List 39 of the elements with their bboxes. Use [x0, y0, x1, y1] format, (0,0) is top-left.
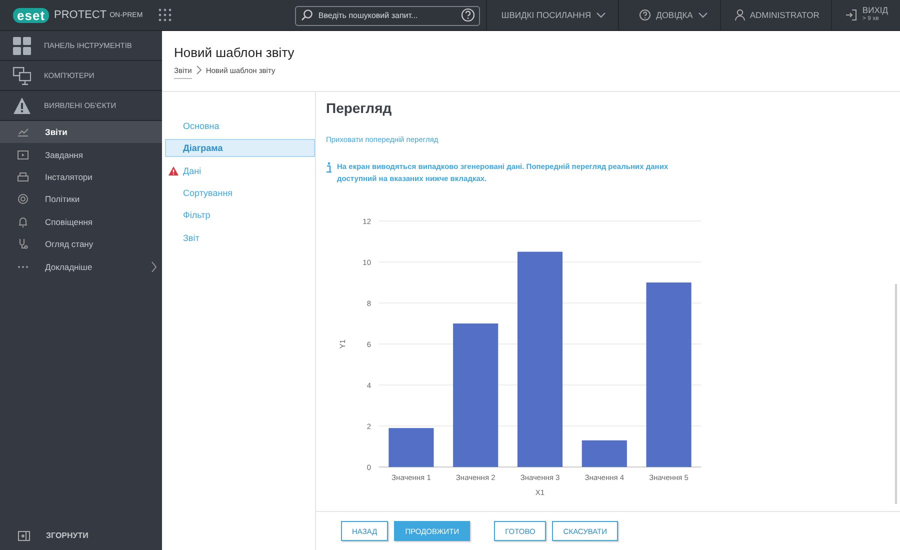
user-icon — [734, 9, 745, 21]
logout-icon — [845, 9, 858, 21]
sidebar-item[interactable]: Докладніше — [0, 255, 162, 278]
sidebar-item[interactable]: Огляд стану — [0, 232, 162, 256]
sidebar-item[interactable]: Політики — [0, 188, 162, 211]
page-title: Новий шаблон звіту — [174, 45, 296, 60]
warning-icon — [168, 166, 179, 176]
collapse-icon — [18, 530, 30, 540]
dashboard-icon — [13, 36, 31, 54]
warning-icon — [13, 96, 31, 114]
scrollbar[interactable] — [895, 284, 897, 504]
info-icon — [326, 162, 332, 173]
sidebar-item[interactable]: Сповіщення — [0, 210, 162, 233]
collapse-button[interactable]: ЗГОРНУТИ — [0, 523, 162, 548]
computers-icon — [13, 66, 31, 84]
chevron-icon — [151, 260, 157, 273]
help-icon[interactable] — [461, 8, 476, 22]
sidebar-item[interactable]: Звіти — [0, 121, 162, 144]
user-menu[interactable]: ADMINISTRATOR — [720, 0, 832, 30]
bell-icon — [17, 216, 29, 228]
product-name: PROTECT — [54, 9, 107, 21]
stethoscope-icon — [17, 238, 29, 250]
caret-icon — [698, 12, 708, 18]
chart-icon — [17, 126, 29, 138]
gear-icon — [17, 193, 29, 206]
apps-grid-icon[interactable] — [158, 8, 172, 22]
help-icon — [639, 9, 652, 21]
search-field[interactable]: Введіть пошуковий запит... — [295, 6, 480, 26]
sidebar-item[interactable]: Завдання — [0, 143, 162, 166]
wizard-step[interactable]: Діаграма — [165, 139, 315, 158]
caret-icon — [596, 12, 606, 18]
chevron-icon — [196, 65, 202, 75]
section-heading: Перегляд — [326, 100, 393, 116]
menu-button[interactable]: ШВИДКІ ПОСИЛАННЯ — [486, 0, 618, 30]
menu-button[interactable]: ДОВІДКА — [618, 0, 720, 30]
sidebar-item[interactable]: Інсталятори — [0, 166, 162, 188]
printer-icon — [17, 170, 29, 183]
eset-logo[interactable]: eset — [13, 8, 50, 22]
search-icon — [301, 9, 314, 21]
